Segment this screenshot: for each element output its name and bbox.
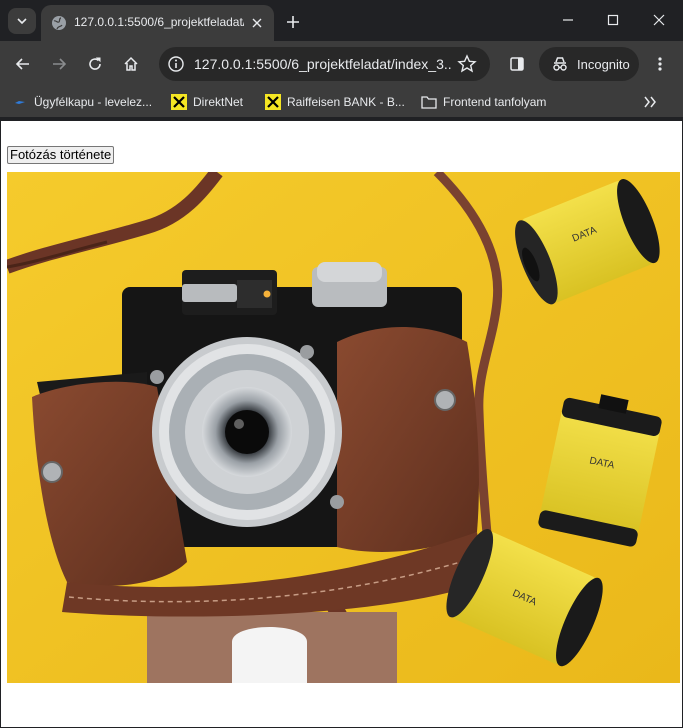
raiffeisen-icon — [265, 94, 281, 110]
bookmark-star-icon[interactable] — [457, 54, 477, 74]
arrow-right-icon — [53, 58, 67, 70]
tab-close-button[interactable] — [248, 14, 266, 32]
folder-icon — [421, 94, 437, 110]
camera-photo-illustration: DATA DATA DATA — [7, 172, 680, 683]
active-tab[interactable]: 127.0.0.1:5500/6_projektfeladat/index_3.… — [41, 5, 274, 41]
maximize-icon — [607, 14, 619, 26]
reload-icon — [89, 57, 101, 70]
page-viewport: Fotózás története DATA DATA DATA — [1, 121, 682, 727]
home-icon — [124, 56, 138, 71]
side-panel-icon — [510, 57, 524, 71]
site-info-icon[interactable] — [167, 55, 185, 73]
incognito-label: Incognito — [577, 56, 630, 72]
incognito-icon — [553, 57, 567, 71]
back-button[interactable] — [9, 50, 37, 78]
address-url[interactable]: 127.0.0.1:5500/6_projektfeladat/index_3.… — [194, 56, 452, 72]
forward-button[interactable] — [45, 50, 73, 78]
bookmark-ugyfelkapu[interactable]: Ügyfélkapu - levelez... — [12, 92, 152, 112]
globe-icon — [52, 16, 66, 30]
bookmarks-bar: Ügyfélkapu - levelez... DirektNet Raiffe… — [0, 87, 683, 117]
photography-history-button[interactable]: Fotózás története — [7, 146, 115, 164]
camera-photo: DATA DATA DATA — [7, 172, 680, 683]
close-icon — [653, 14, 665, 26]
raiffeisen-icon — [171, 94, 187, 110]
bookmark-label: Raiffeisen BANK - B... — [287, 95, 405, 109]
home-button[interactable] — [117, 50, 145, 78]
bookmark-direktnet[interactable]: DirektNet — [171, 92, 243, 112]
bookmark-raiffeisen-bank[interactable]: Raiffeisen BANK - B... — [265, 92, 405, 112]
minimize-icon — [563, 19, 573, 21]
bookmark-frontend-tanfolyam[interactable]: Frontend tanfolyam — [421, 92, 546, 112]
bookmark-label: DirektNet — [193, 95, 244, 109]
address-bar[interactable]: 127.0.0.1:5500/6_projektfeladat/index_3.… — [159, 47, 490, 81]
bookmark-label: Frontend tanfolyam — [443, 95, 547, 109]
tab-search-button[interactable] — [8, 8, 36, 34]
incognito-indicator[interactable]: Incognito — [539, 47, 639, 81]
browser-window: 127.0.0.1:5500/6_projektfeladat/index_3.… — [0, 0, 683, 728]
chevron-down-icon — [17, 18, 27, 25]
strap-cutout — [232, 627, 307, 683]
navigation-toolbar: 127.0.0.1:5500/6_projektfeladat/index_3.… — [0, 41, 683, 87]
tab-strip: 127.0.0.1:5500/6_projektfeladat/index_3.… — [0, 0, 683, 41]
side-panel-button[interactable] — [503, 50, 531, 78]
plus-icon — [287, 16, 299, 28]
tab-title: 127.0.0.1:5500/6_projektfeladat/index_3.… — [74, 15, 244, 29]
kebab-menu-icon — [658, 57, 662, 71]
bookmarks-overflow-icon[interactable] — [640, 93, 660, 111]
new-tab-button[interactable] — [282, 11, 304, 33]
minimize-button[interactable] — [546, 5, 590, 35]
reload-button[interactable] — [81, 50, 109, 78]
bookmark-label: Ügyfélkapu - levelez... — [34, 95, 153, 109]
maximize-button[interactable] — [591, 5, 635, 35]
arrow-left-icon — [15, 58, 29, 70]
menu-button[interactable] — [646, 50, 674, 78]
window-close-button[interactable] — [637, 5, 681, 35]
close-icon — [252, 18, 262, 28]
ugyfelkapu-icon — [12, 94, 28, 110]
